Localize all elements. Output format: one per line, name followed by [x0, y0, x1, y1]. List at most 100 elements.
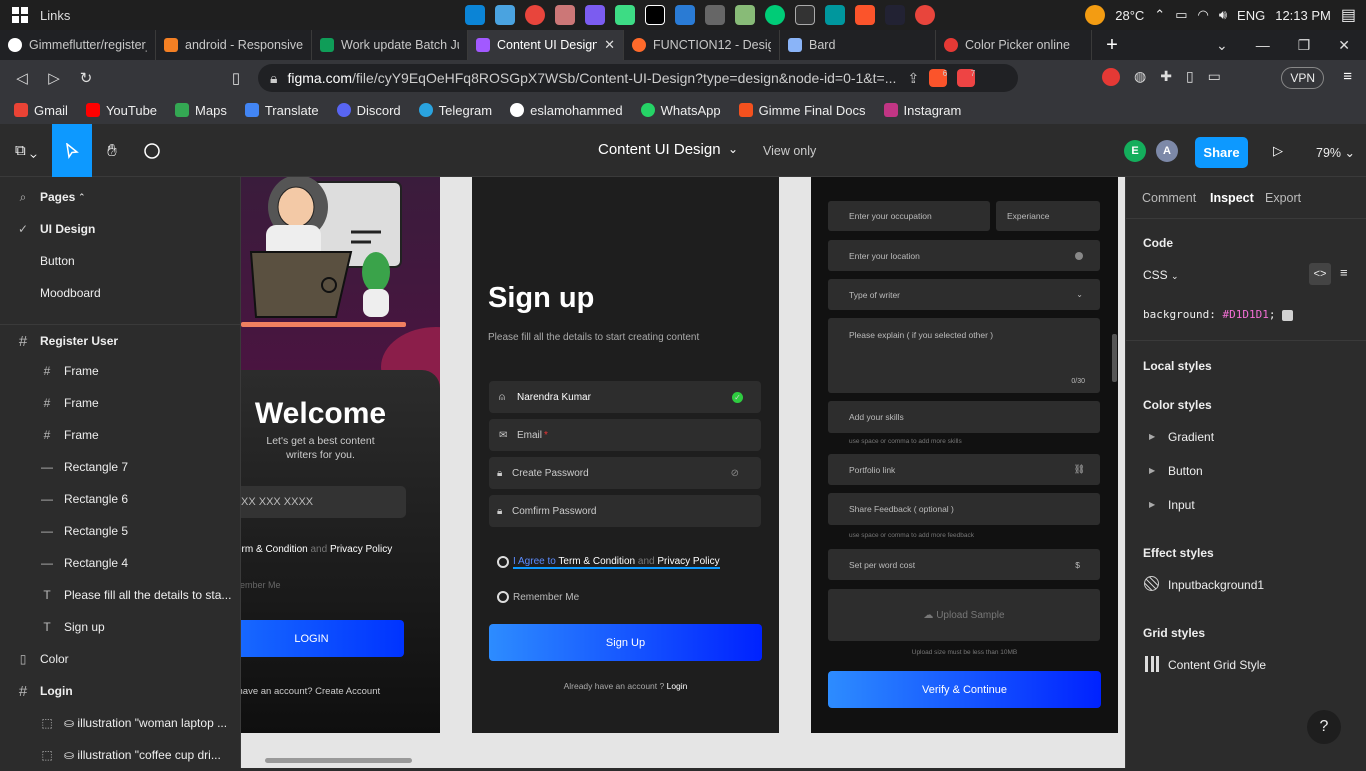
color-style-button[interactable]: Button	[1168, 464, 1203, 478]
extension-icon[interactable]	[1102, 68, 1120, 86]
login-link[interactable]: Login	[667, 681, 688, 691]
occupation-input[interactable]: Enter your occupation	[828, 201, 990, 231]
word-cost-input[interactable]: Set per word cost $	[828, 549, 1100, 580]
move-tool-icon[interactable]	[52, 124, 92, 177]
create-account-link[interactable]: Don't have an account? Create Account	[241, 686, 380, 697]
document-title[interactable]: Content UI Design	[598, 141, 721, 158]
wallet-icon[interactable]: ▭	[1208, 68, 1221, 86]
app-icon[interactable]	[735, 5, 755, 25]
sidebar-icon[interactable]: ▯	[1186, 68, 1194, 86]
skills-input[interactable]: Add your skills	[828, 401, 1100, 433]
share-button[interactable]: Share	[1195, 137, 1248, 168]
login-frame[interactable]: Welcome Let's get a best content writers…	[241, 177, 440, 733]
present-icon[interactable]: ▷	[1273, 143, 1283, 159]
writer-type-select[interactable]: Type of writer ⌄	[828, 279, 1100, 310]
weather-icon[interactable]	[1085, 5, 1106, 25]
page-moodboard[interactable]: Moodboard	[0, 277, 241, 309]
puzzle-icon[interactable]: ✚	[1160, 68, 1172, 86]
taskbar-links-label[interactable]: Links	[40, 8, 70, 23]
app-icon[interactable]	[885, 5, 905, 25]
verify-continue-button[interactable]: Verify & Continue	[828, 671, 1101, 708]
page-ui-design[interactable]: ✓ UI Design	[0, 213, 241, 245]
bookmark-instagram[interactable]: Instagram	[883, 103, 961, 118]
tab-search-icon[interactable]: ⌄	[1216, 37, 1228, 54]
layer-text[interactable]: T Please fill all the details to sta...	[0, 579, 241, 611]
bookmark-gmail[interactable]: Gmail	[14, 103, 68, 118]
windows-start-icon[interactable]	[0, 7, 40, 23]
url-field[interactable]: 🔒︎ figma.com/file/cyY9EqOeHFq8ROSGpX7WSb…	[258, 64, 1018, 92]
zoom-dropdown[interactable]: 79% ⌄	[1316, 145, 1355, 160]
chevron-down-icon[interactable]: ⌄	[728, 142, 738, 156]
brave-rewards-icon[interactable]: 7	[957, 69, 976, 87]
figma-menu-icon[interactable]: ⧉ ⌄	[0, 124, 52, 177]
tab-comment[interactable]: Comment	[1142, 191, 1196, 205]
app-icon[interactable]	[765, 5, 785, 25]
horizontal-scrollbar[interactable]	[265, 758, 412, 763]
list-view-icon[interactable]: ≡	[1340, 265, 1348, 280]
battery-icon[interactable]: ▭	[1175, 7, 1187, 23]
menu-icon[interactable]: ≡	[1343, 68, 1352, 85]
location-input[interactable]: Enter your location	[828, 240, 1100, 271]
bookmark-gimme-docs[interactable]: Gimme Final Docs	[738, 103, 866, 118]
avatar[interactable]: A	[1156, 140, 1178, 162]
chrome-icon[interactable]	[915, 5, 935, 25]
new-tab-button[interactable]: +	[1092, 30, 1132, 60]
layer-rectangle[interactable]: — Rectangle 7	[0, 451, 241, 483]
feedback-input[interactable]: Share Feedback ( optional )	[828, 493, 1100, 525]
language-indicator[interactable]: ENG	[1237, 8, 1265, 23]
search-icon[interactable]: ⌕	[16, 190, 30, 205]
layer-color[interactable]: ▯ Color	[0, 643, 241, 675]
design-canvas[interactable]: Welcome Let's get a best content writers…	[241, 177, 1125, 768]
color-style-input[interactable]: Input	[1168, 498, 1195, 512]
chevron-right-icon[interactable]: ▶	[1149, 432, 1155, 441]
tab-export[interactable]: Export	[1265, 191, 1301, 205]
bookmark-translate[interactable]: Translate	[244, 103, 319, 118]
layer-text[interactable]: T Sign up	[0, 611, 241, 643]
chevron-right-icon[interactable]: ▶	[1149, 466, 1155, 475]
layer-frame[interactable]: # Frame	[0, 355, 241, 387]
edge-icon[interactable]	[465, 5, 485, 25]
chevron-up-icon[interactable]: ⌃	[78, 192, 86, 203]
help-button[interactable]: ?	[1307, 710, 1341, 744]
volume-icon[interactable]: 🔊︎	[1219, 7, 1227, 23]
layer-login[interactable]: # Login	[0, 675, 241, 707]
comment-tool-icon[interactable]	[132, 124, 172, 177]
layer-frame[interactable]: # Frame	[0, 387, 241, 419]
login-button[interactable]: LOGIN	[241, 620, 404, 657]
effect-style-item[interactable]: Inputbackground1	[1168, 578, 1264, 592]
remember-radio[interactable]	[497, 591, 509, 603]
remember-me-label[interactable]: Remember Me	[241, 580, 281, 590]
details-frame[interactable]: Enter your occupation Experiance Enter y…	[811, 177, 1118, 733]
experience-input[interactable]: Experiance	[996, 201, 1100, 231]
bookmark-github[interactable]: eslamohammed	[510, 103, 623, 118]
tab-github[interactable]: Gimmeflutter/register_	[0, 30, 156, 60]
pages-header[interactable]: ⌕ Pages ⌃	[0, 181, 241, 213]
name-input[interactable]: ⍝ Narendra Kumar ✓	[489, 381, 761, 413]
avatar[interactable]: E	[1124, 140, 1146, 162]
back-icon[interactable]: ◁	[6, 69, 38, 87]
agree-radio[interactable]	[497, 556, 509, 568]
app-icon[interactable]	[555, 5, 575, 25]
create-password-field[interactable]: 🔒︎ Create Password ⊘	[489, 457, 761, 489]
explain-textarea[interactable]: Please explain ( if you selected other )…	[828, 318, 1100, 393]
tab-color-picker[interactable]: Color Picker online	[936, 30, 1092, 60]
wifi-icon[interactable]: ◠	[1198, 7, 1209, 23]
bookmark-whatsapp[interactable]: WhatsApp	[640, 103, 721, 118]
bookmark-discord[interactable]: Discord	[336, 103, 401, 118]
upload-sample-area[interactable]: ☁︎ Upload Sample	[828, 589, 1100, 641]
layer-rectangle[interactable]: — Rectangle 5	[0, 515, 241, 547]
hand-tool-icon[interactable]: ✋︎	[92, 124, 132, 177]
bookmark-telegram[interactable]: Telegram	[418, 103, 492, 118]
tab-stackoverflow[interactable]: android - Responsive s	[156, 30, 312, 60]
eye-off-icon[interactable]: ⊘	[731, 468, 739, 479]
intellij-icon[interactable]	[645, 5, 665, 25]
app-icon[interactable]	[585, 5, 605, 25]
phone-input[interactable]: XX XXX XXXX	[241, 486, 406, 518]
vpn-button[interactable]: VPN	[1281, 67, 1324, 89]
signup-frame[interactable]: Sign up Please fill all the details to s…	[472, 177, 779, 733]
arduino-icon[interactable]	[825, 5, 845, 25]
desktop-icon[interactable]	[495, 5, 515, 25]
terminal-icon[interactable]	[795, 5, 815, 25]
tab-figma[interactable]: Content UI Design ✕	[468, 30, 624, 60]
brave-icon[interactable]	[855, 5, 875, 25]
